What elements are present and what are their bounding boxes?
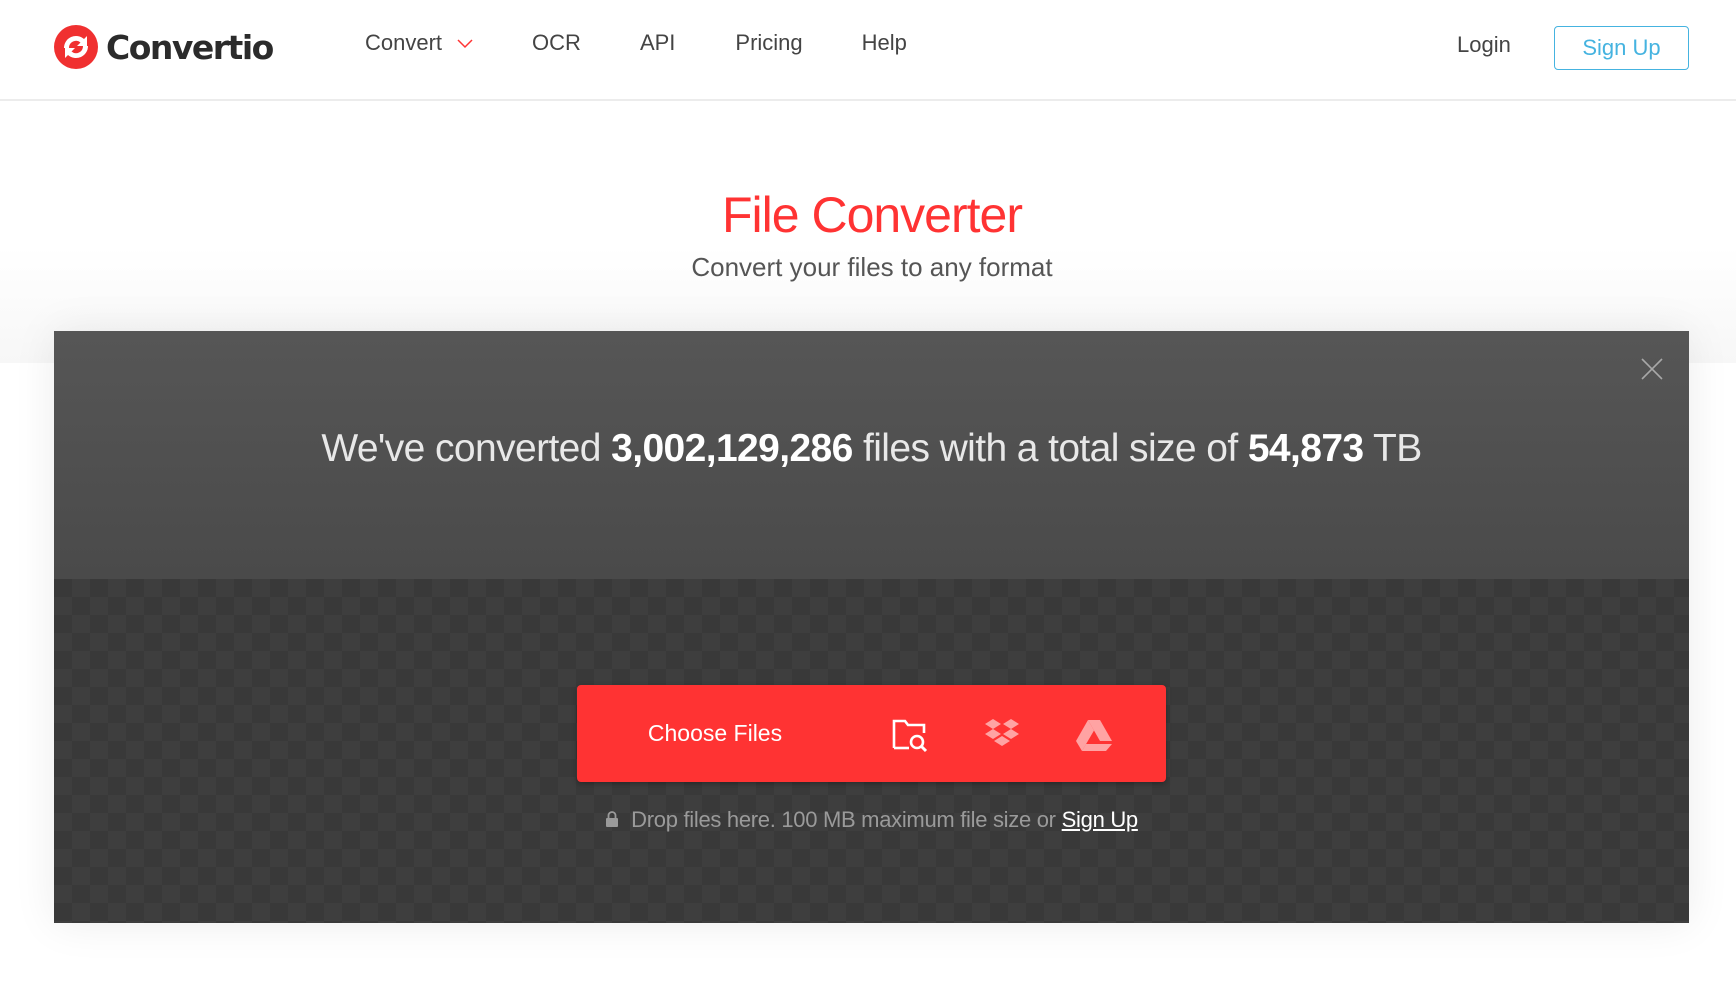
total-size: 54,873 bbox=[1247, 427, 1364, 470]
nav-help[interactable]: Help bbox=[862, 30, 907, 56]
size-unit: TB bbox=[1373, 427, 1422, 470]
hint-signup-link[interactable]: Sign Up bbox=[1062, 807, 1138, 833]
page-subtitle: Convert your files to any format bbox=[691, 252, 1053, 282]
nav-convert[interactable]: Convert bbox=[365, 30, 473, 56]
drop-zone[interactable]: Choose Files Drop files here. 100 MB max… bbox=[54, 579, 1689, 923]
signup-button[interactable]: Sign Up bbox=[1554, 26, 1689, 70]
nav-api[interactable]: API bbox=[640, 30, 675, 56]
logo-text: Convertio bbox=[106, 27, 274, 67]
stats-middle: files with a total size of bbox=[862, 427, 1238, 470]
page-title: File Converter bbox=[722, 187, 1023, 243]
stats-banner: We've converted 3,002,129,286 files with… bbox=[54, 331, 1689, 579]
google-drive-icon[interactable] bbox=[1074, 715, 1114, 755]
files-count: 3,002,129,286 bbox=[611, 427, 853, 470]
choose-files-group: Choose Files bbox=[577, 685, 1166, 782]
converter-panel: We've converted 3,002,129,286 files with… bbox=[54, 331, 1689, 923]
chevron-down-icon bbox=[457, 39, 473, 49]
drop-hint-text: Drop files here. 100 MB maximum file siz… bbox=[631, 807, 1056, 832]
login-link[interactable]: Login bbox=[1457, 32, 1511, 58]
main-nav: Convert OCR API Pricing Help bbox=[365, 30, 966, 56]
stats-prefix: We've converted bbox=[321, 427, 601, 470]
nav-convert-label: Convert bbox=[365, 30, 443, 55]
lock-icon bbox=[606, 810, 619, 827]
choose-files-button[interactable]: Choose Files bbox=[577, 685, 853, 782]
close-icon[interactable] bbox=[1639, 356, 1665, 382]
logo[interactable]: Convertio bbox=[53, 24, 274, 70]
convertio-logo-icon bbox=[54, 25, 98, 69]
dropbox-icon[interactable] bbox=[982, 715, 1022, 755]
nav-ocr[interactable]: OCR bbox=[532, 30, 581, 56]
nav-pricing[interactable]: Pricing bbox=[735, 30, 802, 56]
folder-search-icon[interactable] bbox=[890, 715, 930, 755]
stats-text: We've converted 3,002,129,286 files with… bbox=[54, 427, 1689, 471]
drop-hint: Drop files here. 100 MB maximum file siz… bbox=[54, 807, 1689, 833]
site-header: Convertio Convert OCR API Pricing Help L… bbox=[0, 0, 1736, 101]
